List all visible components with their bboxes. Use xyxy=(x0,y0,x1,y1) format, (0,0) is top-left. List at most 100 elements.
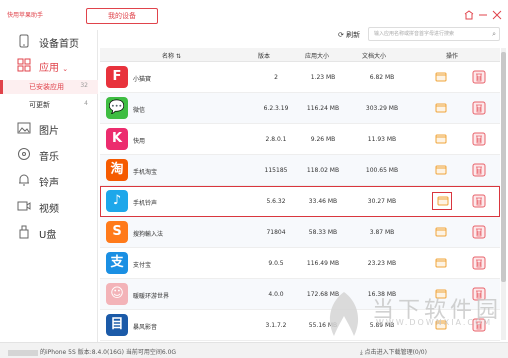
app-version: 4.0.0 xyxy=(268,291,284,298)
title-bar: 快用苹果助手 我的设备 xyxy=(0,0,508,30)
refresh-label: 刷新 xyxy=(346,31,361,39)
table-row[interactable]: 淘手机淘宝 115185 118.02 MB 100.65 MB xyxy=(100,155,500,186)
folder-icon xyxy=(435,258,447,268)
app-name: 手机铃声 xyxy=(133,200,158,207)
trash-icon xyxy=(472,225,486,239)
sidebar-item-apps[interactable]: 应用 ⌄ xyxy=(0,55,98,75)
sidebar-item-udisk[interactable]: U盘 xyxy=(0,222,98,242)
folder-icon xyxy=(435,165,447,175)
sidebar-item-images[interactable]: 图片 xyxy=(0,118,98,138)
sidebar-item-videos[interactable]: 视频 xyxy=(0,196,98,216)
column-header-actions: 操作 xyxy=(446,53,459,60)
app-icon: 💬 xyxy=(106,97,128,119)
delete-app-button[interactable] xyxy=(472,70,486,84)
doc-size: 100.65 MB xyxy=(365,167,399,174)
sidebar-item-label: 音乐 xyxy=(39,152,59,163)
search-icon[interactable]: ⌕ xyxy=(492,28,496,40)
app-version: 5.6.32 xyxy=(266,198,286,205)
scrollbar-thumb[interactable] xyxy=(501,52,506,282)
table-row[interactable]: 💬 微信 6.2.3.19 116.24 MB 303.29 MB xyxy=(100,93,500,124)
app-icon: 淘 xyxy=(106,159,128,181)
sort-icon[interactable]: ⇅ xyxy=(176,53,181,60)
folder-icon xyxy=(435,72,447,82)
folder-icon xyxy=(437,196,449,206)
sidebar-item-ringtones[interactable]: 铃声 xyxy=(0,170,98,190)
table-row[interactable]: K 快用 2.8.0.1 9.26 MB 11.93 MB xyxy=(100,124,500,155)
folder-icon xyxy=(435,134,447,144)
download-manager-link[interactable]: ⤓ 点击进入下载管理(0/0) xyxy=(360,347,427,357)
doc-size: 3.87 MB xyxy=(369,229,395,236)
delete-app-button[interactable] xyxy=(472,256,486,270)
watermark-url: WWW.DOWNXIA.COM xyxy=(376,318,493,327)
delete-app-button[interactable] xyxy=(472,101,486,115)
sidebar: 设备首页 应用 ⌄ 已安装应用 32 可更新 4 图片 音乐 铃声 视频 U盘 xyxy=(0,30,98,342)
delete-app-button[interactable] xyxy=(472,225,486,239)
table-row[interactable]: 支支付宝 9.0.5 116.49 MB 23.23 MB xyxy=(100,248,500,279)
app-icon: ♪ xyxy=(106,190,128,212)
sidebar-item-device-home[interactable]: 设备首页 xyxy=(0,31,98,51)
minimize-icon[interactable] xyxy=(477,9,489,21)
trash-icon xyxy=(472,70,486,84)
my-device-button[interactable]: 我的设备 xyxy=(86,8,158,24)
app-size: 33.46 MB xyxy=(308,198,338,205)
status-bar: 的iPhone 5S 版本:8.4.0(16G) 当前可用空间6.0G ⤓ 点击… xyxy=(0,342,508,358)
device-icon xyxy=(17,34,31,48)
table-row[interactable]: ♪ 手机铃声 5.6.32 33.46 MB 30.27 MB xyxy=(100,186,500,217)
app-icon: F xyxy=(106,66,128,88)
video-icon xyxy=(17,199,31,213)
doc-size: 6.82 MB xyxy=(369,74,395,81)
subitem-count: 4 xyxy=(84,100,88,107)
delete-app-button[interactable] xyxy=(472,132,486,146)
refresh-icon: ⟳ xyxy=(338,31,344,39)
app-size: 9.26 MB xyxy=(310,136,336,143)
toolbar: ⟳ 刷新 输入应用名称或拼音首字母进行搜索 ⌕ xyxy=(98,27,508,44)
sidebar-subitem-updatable[interactable]: 可更新 4 xyxy=(0,98,98,112)
table-header: 名称 ⇅ 版本 应用大小 文档大小 操作 xyxy=(100,48,500,62)
search-input[interactable]: 输入应用名称或拼音首字母进行搜索 ⌕ xyxy=(368,27,500,41)
trash-icon xyxy=(472,132,486,146)
close-icon[interactable] xyxy=(491,9,503,21)
open-folder-button[interactable] xyxy=(434,225,448,239)
app-size: 118.02 MB xyxy=(306,167,340,174)
trash-icon xyxy=(472,256,486,270)
delete-app-button[interactable] xyxy=(472,194,486,208)
usb-icon xyxy=(17,225,31,239)
watermark-logo: 当下软件园 WWW.DOWNXIA.COM xyxy=(320,288,508,346)
doc-size: 11.93 MB xyxy=(367,136,397,143)
open-folder-button[interactable] xyxy=(434,70,448,84)
open-folder-button[interactable] xyxy=(434,101,448,115)
app-name: 微信 xyxy=(133,107,146,114)
app-version: 2.8.0.1 xyxy=(265,136,287,143)
app-name: 支付宝 xyxy=(133,262,152,269)
sidebar-item-label: 铃声 xyxy=(39,178,59,189)
app-version: 9.0.5 xyxy=(268,260,284,267)
column-header-name[interactable]: 名称 ⇅ xyxy=(162,51,181,60)
app-name: 快用 xyxy=(133,138,146,145)
subitem-label: 可更新 xyxy=(29,101,50,109)
trash-icon xyxy=(472,194,486,208)
sidebar-subitem-installed[interactable]: 已安装应用 32 xyxy=(0,80,98,94)
open-folder-button[interactable] xyxy=(434,256,448,270)
device-name-redacted xyxy=(8,349,38,356)
table-row[interactable]: S 搜狗輸入法 71804 58.33 MB 3.87 MB xyxy=(100,217,500,248)
open-folder-button[interactable] xyxy=(434,163,448,177)
column-header-doc-size: 文档大小 xyxy=(362,53,387,60)
skin-icon[interactable] xyxy=(463,9,475,21)
app-icon: K xyxy=(106,128,128,150)
doc-size: 303.29 MB xyxy=(365,105,399,112)
chevron-down-icon: ⌄ xyxy=(62,65,69,73)
open-folder-button[interactable] xyxy=(432,192,452,210)
app-name: 搜狗輸入法 xyxy=(133,231,164,238)
refresh-button[interactable]: ⟳ 刷新 xyxy=(338,30,360,40)
music-icon xyxy=(17,147,31,161)
folder-icon xyxy=(435,227,447,237)
trash-icon xyxy=(472,163,486,177)
doc-size: 23.23 MB xyxy=(367,260,397,267)
app-version: 3.1.7.2 xyxy=(265,322,287,329)
table-row[interactable]: F 小猫寳 2 1.23 MB 6.82 MB xyxy=(100,62,500,93)
sidebar-item-music[interactable]: 音乐 xyxy=(0,144,98,164)
delete-app-button[interactable] xyxy=(472,163,486,177)
sidebar-item-label: U盘 xyxy=(39,230,57,241)
watermark-emblem-icon xyxy=(329,292,359,336)
open-folder-button[interactable] xyxy=(434,132,448,146)
